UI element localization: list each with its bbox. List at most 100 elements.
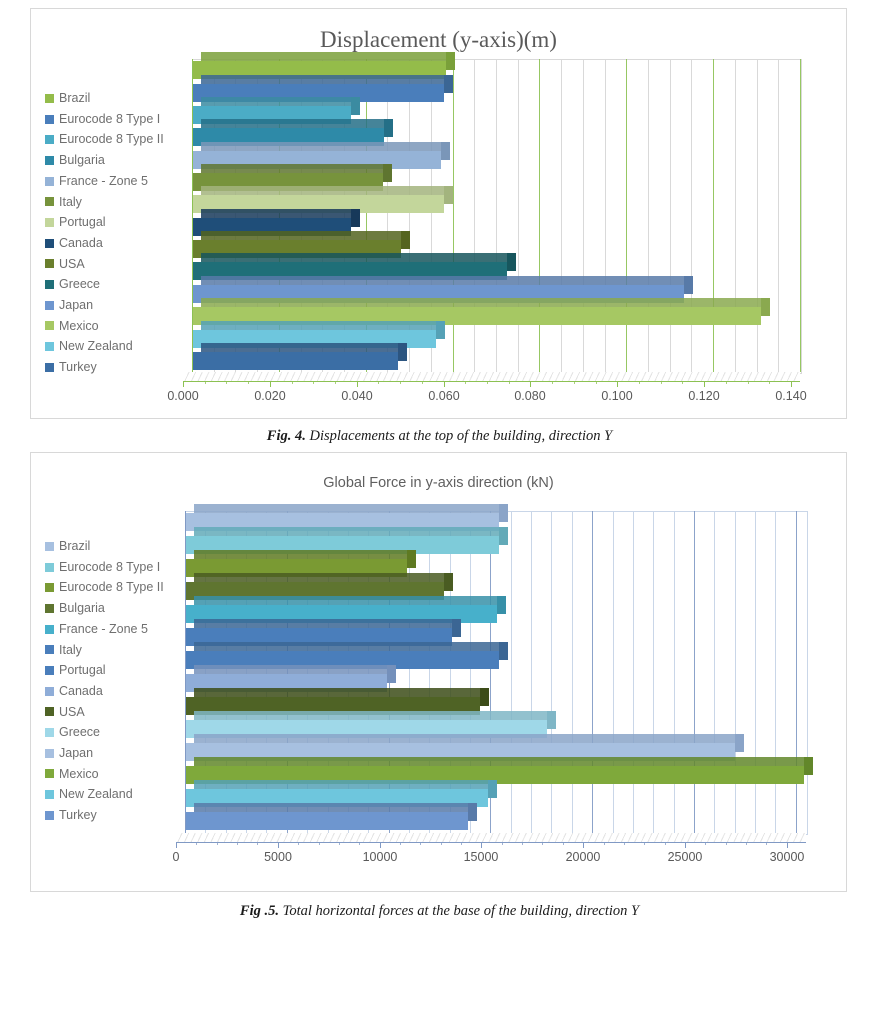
legend-swatch-icon [45, 562, 54, 572]
x-tick-label: 0.000 [167, 389, 199, 403]
x-tick-minor [522, 842, 523, 845]
x-tick-minor [292, 381, 293, 384]
bar-top [201, 298, 770, 307]
x-tick-minor [748, 381, 749, 384]
legend-swatch-icon [45, 665, 54, 675]
x-tick-label: 0.020 [254, 389, 286, 403]
x-tick-minor [746, 842, 747, 845]
legend-item[interactable]: Eurocode 8 Type I [45, 557, 164, 578]
figure-caption-5-text: Total horizontal forces at the base of t… [278, 903, 640, 919]
legend-item[interactable]: USA [45, 254, 164, 275]
bar-turkey[interactable] [192, 343, 408, 370]
bar-top [201, 276, 693, 285]
gridline-minor [714, 511, 715, 833]
gridline-minor [583, 59, 584, 372]
legend-swatch-icon [45, 583, 54, 593]
x-tick-minor [726, 381, 727, 384]
legend-item[interactable]: Bulgaria [45, 150, 164, 171]
legend-item[interactable]: Eurocode 8 Type II [45, 129, 164, 150]
x-tick-minor [461, 842, 462, 845]
legend-item[interactable]: Turkey [45, 357, 164, 378]
bar-top [194, 757, 813, 766]
legend-item[interactable]: Canada [45, 233, 164, 254]
legend-item[interactable]: Turkey [45, 805, 164, 826]
x-tick [278, 842, 279, 848]
bar-top [201, 52, 456, 61]
legend-item-label: USA [59, 256, 85, 271]
legend-item[interactable]: USA [45, 702, 164, 723]
bar-top [194, 550, 416, 559]
bar-top [201, 75, 453, 84]
legend-item[interactable]: Brazil [45, 536, 164, 557]
legend-item[interactable]: Greece [45, 274, 164, 295]
bar-side [488, 780, 498, 798]
legend-item[interactable]: Brazil [45, 88, 164, 109]
legend-item[interactable]: Mexico [45, 764, 164, 785]
legend-item[interactable]: New Zealand [45, 336, 164, 357]
bar-side [443, 75, 453, 93]
legend-item[interactable]: New Zealand [45, 784, 164, 805]
figure-caption-4-label: Fig. 4. [266, 428, 306, 444]
legend-item[interactable]: France - Zone 5 [45, 619, 164, 640]
bar-top [194, 665, 396, 674]
bar-side [384, 119, 394, 137]
bar-turkey[interactable] [185, 803, 477, 830]
bar-side [734, 734, 744, 752]
legend-item-label: Japan [59, 297, 94, 312]
x-tick-minor [502, 842, 503, 845]
legend-item-label: Greece [59, 725, 100, 740]
legend-item[interactable]: Bulgaria [45, 598, 164, 619]
legend-item-label: Mexico [59, 766, 99, 781]
chart-title: Displacement (y-axis)(m) [320, 27, 557, 52]
chart-legend: Brazil Eurocode 8 Type I Eurocode 8 Type I… [45, 536, 164, 826]
legend-item[interactable]: Japan [45, 743, 164, 764]
gridline-major [694, 511, 695, 833]
bar-top [194, 780, 498, 789]
bar-side [383, 164, 393, 182]
x-tick-minor [574, 381, 575, 384]
legend-item[interactable]: Italy [45, 191, 164, 212]
x-tick [685, 842, 686, 848]
x-tick-minor [226, 381, 227, 384]
legend-item-label: Portugal [59, 663, 106, 678]
gridline-minor [572, 511, 573, 833]
legend-item[interactable]: Canada [45, 681, 164, 702]
x-tick-minor [596, 381, 597, 384]
legend-item[interactable]: Greece [45, 722, 164, 743]
legend-item-label: Bulgaria [59, 601, 105, 616]
x-tick-minor [335, 381, 336, 384]
legend-item[interactable]: Portugal [45, 212, 164, 233]
bar-top [201, 164, 393, 173]
bar-side [400, 231, 410, 249]
legend-item-label: Japan [59, 745, 94, 760]
legend-item[interactable]: Portugal [45, 660, 164, 681]
x-tick-label: 30000 [769, 850, 805, 864]
gridline-minor [691, 59, 692, 372]
legend-swatch-icon [45, 728, 54, 738]
gridline-major [453, 59, 454, 372]
x-tick-label: 25000 [667, 850, 703, 864]
legend-swatch-icon [45, 114, 54, 124]
legend-item[interactable]: Eurocode 8 Type I [45, 109, 164, 130]
legend-item[interactable]: Mexico [45, 316, 164, 337]
legend-item[interactable]: France - Zone 5 [45, 171, 164, 192]
chart-legend: Brazil Eurocode 8 Type I Eurocode 8 Type I… [45, 88, 164, 378]
x-tick [791, 381, 792, 387]
gridline-major [592, 511, 593, 833]
bar-top [194, 527, 508, 536]
x-tick-label: 5000 [264, 850, 292, 864]
bar-side [547, 711, 557, 729]
legend-item[interactable]: Japan [45, 295, 164, 316]
bar-top [194, 573, 453, 582]
legend-item-label: Brazil [59, 91, 91, 106]
legend-item[interactable]: Italy [45, 639, 164, 660]
legend-item-label: France - Zone 5 [59, 621, 148, 636]
gridline-minor [531, 511, 532, 833]
legend-item[interactable]: Eurocode 8 Type II [45, 577, 164, 598]
bar-side [760, 298, 770, 316]
bar-top [201, 321, 446, 330]
x-tick-minor [705, 842, 706, 845]
x-tick-minor [257, 842, 258, 845]
axis-wall [183, 59, 193, 372]
legend-swatch-icon [45, 769, 54, 779]
